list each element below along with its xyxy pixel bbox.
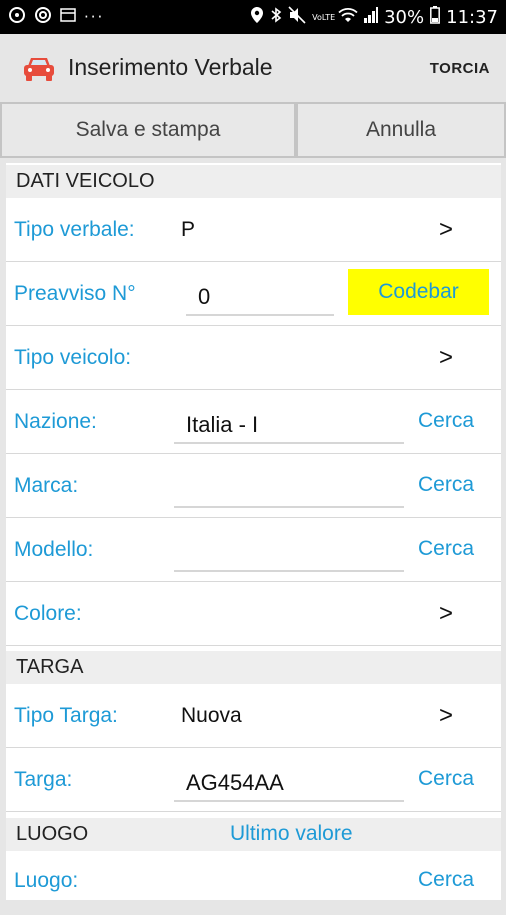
targa-label: Targa: — [14, 768, 73, 791]
row-preavviso: Preavviso N° 0 Codebar — [6, 262, 501, 326]
section-header-luogo: LUOGO Ultimo valore — [6, 818, 501, 851]
row-modello: Modello: Cerca — [6, 518, 501, 582]
chevron-right-icon[interactable]: > — [439, 344, 453, 372]
nazione-input[interactable]: Italia - I — [174, 402, 404, 444]
tipo-veicolo-label: Tipo veicolo: — [14, 346, 132, 369]
tipo-verbale-value: P — [181, 218, 196, 241]
row-marca: Marca: Cerca — [6, 454, 501, 518]
preavviso-input[interactable]: 0 — [186, 274, 334, 316]
row-colore[interactable]: Colore: > — [6, 582, 501, 646]
tipo-verbale-label: Tipo verbale: — [14, 218, 135, 241]
chevron-right-icon[interactable]: > — [439, 702, 453, 730]
colore-label: Colore: — [14, 602, 82, 625]
nazione-cerca-button[interactable]: Cerca — [418, 409, 474, 433]
wifi-icon — [338, 7, 358, 27]
luogo-section-title: LUOGO — [16, 823, 89, 845]
mute-icon — [288, 6, 306, 28]
targa-input-value: AG454AA — [186, 770, 284, 795]
status-bar-left: ··· — [8, 0, 104, 34]
location-icon — [250, 6, 264, 28]
chevron-right-icon[interactable]: > — [439, 600, 453, 628]
targa-cerca-button[interactable]: Cerca — [418, 767, 474, 791]
status-bar-right: VoLTE 30% 11:37 — [250, 0, 498, 34]
torcia-button[interactable]: TORCIA — [430, 60, 490, 77]
notification-icon-1 — [8, 6, 26, 28]
form-panel: DATI VEICOLO Tipo verbale: P > Preavviso… — [6, 163, 501, 900]
row-tipo-veicolo[interactable]: Tipo veicolo: > — [6, 326, 501, 390]
luogo-cerca-button[interactable]: Cerca — [418, 868, 474, 892]
codebar-button[interactable]: Codebar — [348, 269, 489, 315]
signal-icon — [364, 7, 379, 27]
modello-label: Modello: — [14, 538, 94, 561]
targa-input[interactable]: AG454AA — [174, 760, 404, 802]
preavviso-label: Preavviso N° — [14, 282, 136, 305]
modello-cerca-button[interactable]: Cerca — [418, 537, 474, 561]
nazione-label: Nazione: — [14, 410, 97, 433]
section-header-targa: TARGA — [6, 651, 501, 684]
row-nazione: Nazione: Italia - I Cerca — [6, 390, 501, 454]
status-bar: ··· VoLTE 30% 11:37 — [0, 0, 506, 34]
page-title: Inserimento Verbale — [68, 54, 273, 80]
marca-label: Marca: — [14, 474, 79, 497]
clock: 11:37 — [446, 6, 498, 28]
section-header-vehicle: DATI VEICOLO — [6, 165, 501, 198]
battery-percent: 30% — [384, 6, 425, 28]
notification-icon-3 — [60, 7, 76, 27]
car-icon — [22, 54, 56, 82]
tipo-targa-value: Nuova — [181, 704, 242, 727]
chevron-right-icon[interactable]: > — [439, 216, 453, 244]
tipo-targa-label: Tipo Targa: — [14, 704, 118, 727]
volte-icon: VoLTE — [312, 12, 336, 22]
modello-input[interactable] — [174, 530, 404, 572]
row-tipo-targa[interactable]: Tipo Targa: Nuova > — [6, 684, 501, 748]
ultimo-valore-button[interactable]: Ultimo valore — [230, 822, 353, 846]
app-bar: Inserimento Verbale TORCIA — [0, 34, 506, 102]
cancel-button[interactable]: Annulla — [296, 102, 506, 158]
notification-icon-2 — [34, 6, 52, 28]
action-buttons: Salva e stampa Annulla — [0, 102, 506, 158]
marca-input[interactable] — [174, 466, 404, 508]
row-luogo: Luogo: Cerca — [6, 851, 501, 915]
luogo-label: Luogo: — [14, 869, 79, 892]
more-icon: ··· — [84, 8, 105, 26]
preavviso-input-value: 0 — [198, 284, 211, 309]
save-print-button[interactable]: Salva e stampa — [0, 102, 296, 158]
nazione-input-value: Italia - I — [186, 412, 259, 437]
bluetooth-icon — [270, 6, 282, 28]
row-targa: Targa: AG454AA Cerca — [6, 748, 501, 812]
battery-icon — [430, 6, 441, 28]
marca-cerca-button[interactable]: Cerca — [418, 473, 474, 497]
row-tipo-verbale[interactable]: Tipo verbale: P > — [6, 198, 501, 262]
